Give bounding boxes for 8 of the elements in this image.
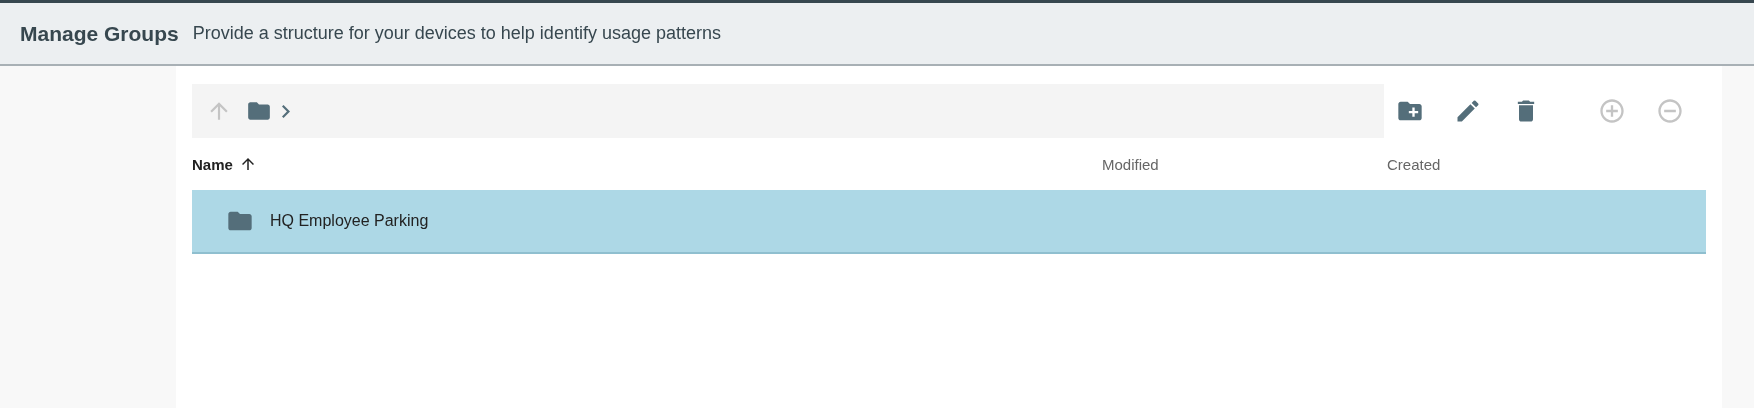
chevron-icon: [282, 104, 290, 118]
column-header[interactable]: Modified: [1102, 155, 1159, 173]
table-row[interactable]: HQ Employee Parking: [192, 190, 1706, 254]
column-header[interactable]: Name: [192, 155, 233, 173]
page-subtitle: Provide a structure for your devices to help identify usage patterns: [192, 23, 721, 44]
column-header[interactable]: Created: [1387, 155, 1441, 173]
group-name: HQ Employee Parking: [270, 212, 429, 230]
page-title: Manage Groups: [20, 21, 179, 46]
